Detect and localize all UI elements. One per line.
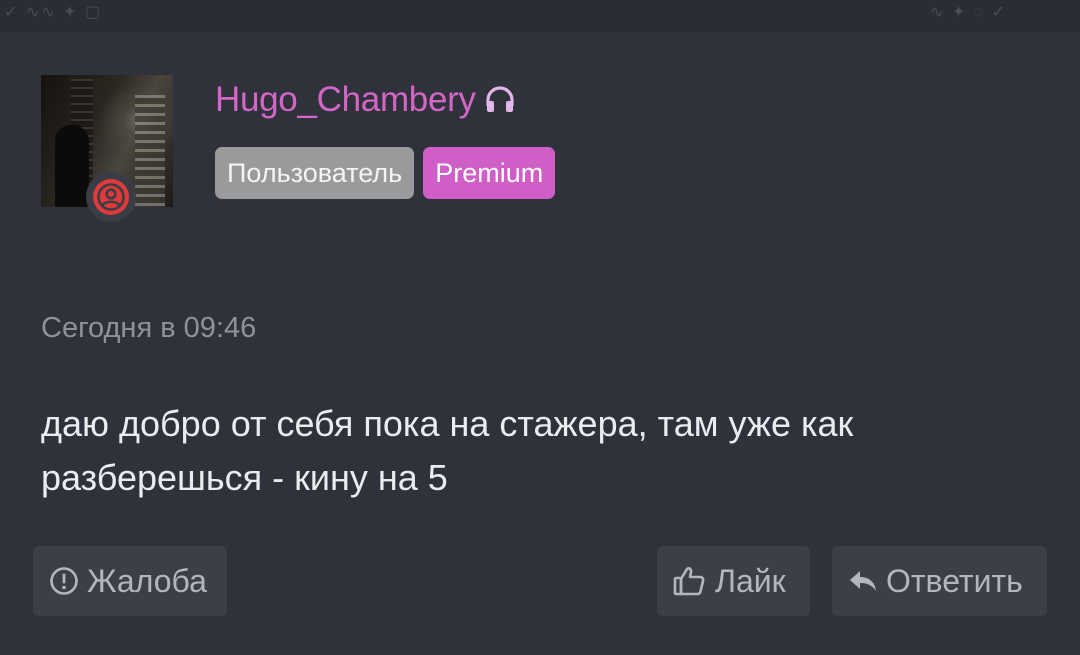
- report-button[interactable]: Жалоба: [33, 546, 227, 616]
- headphones-icon: [484, 84, 516, 116]
- thumbs-up-icon: [673, 565, 707, 597]
- post-message: даю добро от себя пока на стажера, там у…: [41, 403, 854, 498]
- report-button-label: Жалоба: [87, 562, 207, 599]
- post-timestamp[interactable]: Сегодня в 09:46: [41, 312, 256, 345]
- user-offline-icon: [86, 172, 136, 222]
- post-card: Hugo_Chambery Пользователь Premium Сегод…: [0, 30, 1080, 655]
- avatar-photo-detail: [135, 95, 165, 207]
- decoration-left: ✓ ∿∿ ✦ ▢: [4, 4, 103, 21]
- like-button[interactable]: Лайк: [657, 546, 810, 616]
- role-tag-user: Пользователь: [215, 147, 415, 199]
- previous-post-edge: ✓ ∿∿ ✦ ▢ ∿ ✦ ◌ ✓: [0, 0, 1080, 30]
- avatar-photo-detail: [55, 125, 89, 207]
- reply-button[interactable]: Ответить: [832, 546, 1047, 616]
- user-tags: Пользователь Premium: [215, 147, 556, 199]
- username-link[interactable]: Hugo_Chambery: [215, 80, 476, 120]
- author-row: Hugo_Chambery: [215, 78, 516, 122]
- like-button-label: Лайк: [715, 562, 786, 599]
- reply-arrow-icon: [848, 567, 878, 595]
- role-tag-premium: Premium: [423, 147, 556, 199]
- decoration-right: ∿ ✦ ◌ ✓: [930, 4, 1008, 21]
- reply-button-label: Ответить: [886, 562, 1023, 599]
- exclamation-circle-icon: [49, 566, 79, 596]
